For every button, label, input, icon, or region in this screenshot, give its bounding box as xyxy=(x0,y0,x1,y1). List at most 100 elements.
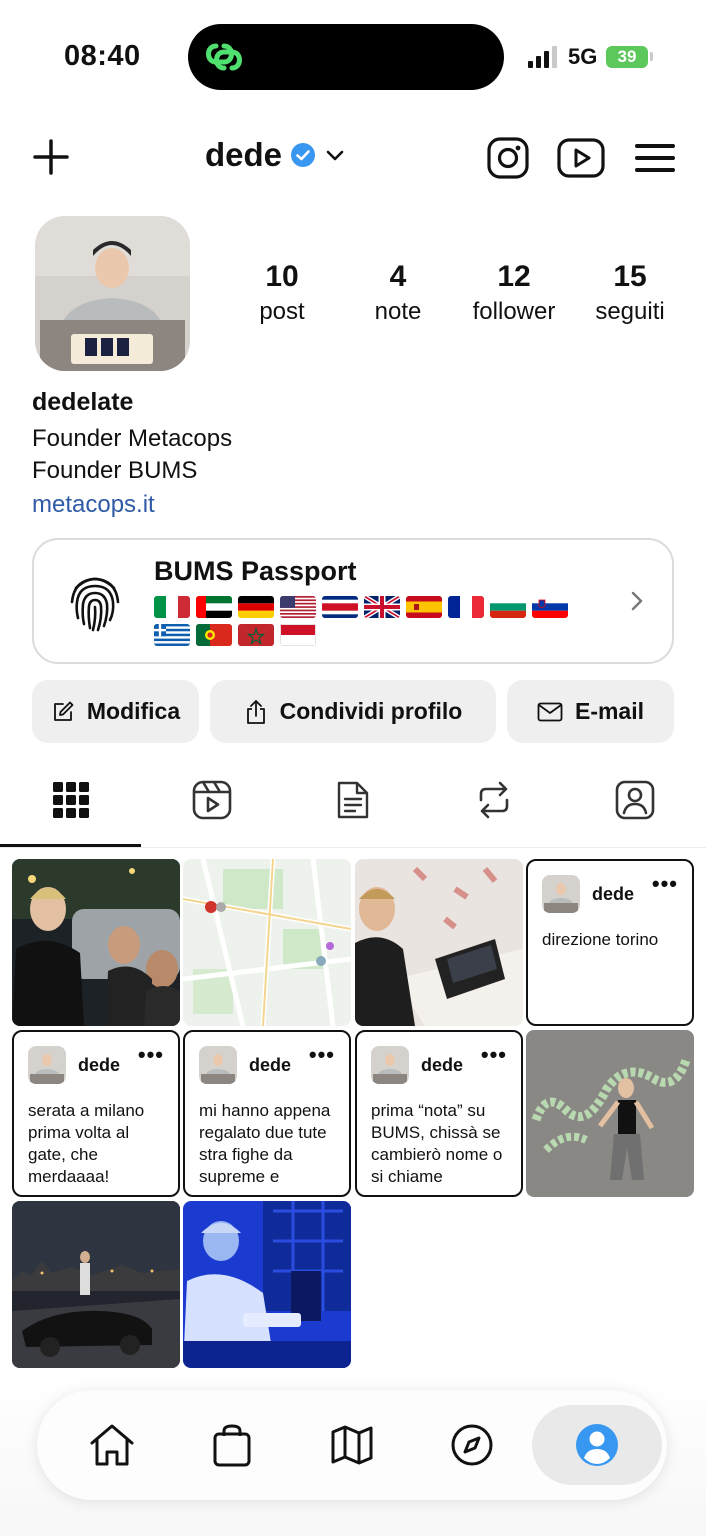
flag-costa-rica-icon xyxy=(322,596,358,618)
app-activity-icon xyxy=(206,43,242,71)
profile-avatar[interactable] xyxy=(35,216,190,371)
flag-bulgaria-icon xyxy=(490,596,526,618)
flags-row xyxy=(154,596,584,646)
tab-reels[interactable] xyxy=(141,770,282,830)
post-thumbnail[interactable] xyxy=(12,859,180,1026)
tab-notes[interactable] xyxy=(282,770,423,830)
email-label: E-mail xyxy=(574,698,645,724)
post-thumbnail[interactable] xyxy=(526,1030,694,1197)
note-card[interactable]: dede ••• mi hanno appena regalato due tu… xyxy=(183,1030,351,1197)
email-button[interactable]: E-mail xyxy=(507,680,674,743)
signal-icon xyxy=(528,46,557,68)
stat-followers[interactable]: 12 follower xyxy=(456,260,572,326)
plus-icon xyxy=(33,139,69,175)
note-text: prima “nota” su BUMS, chissà se cambierò… xyxy=(371,1101,503,1186)
note-header: dede xyxy=(371,1046,463,1084)
flag-spain-icon xyxy=(406,596,442,618)
note-username: dede xyxy=(249,1054,292,1075)
note-username: dede xyxy=(421,1054,464,1075)
more-icon[interactable]: ••• xyxy=(138,1042,164,1068)
mail-icon xyxy=(537,702,563,721)
dynamic-island xyxy=(188,24,504,90)
flag-slovenia-icon xyxy=(532,596,568,618)
instagram-icon xyxy=(487,137,529,179)
profile-link[interactable]: metacops.it xyxy=(32,491,155,519)
account-switcher[interactable]: dede xyxy=(205,136,346,174)
stat-notes[interactable]: 4 note xyxy=(340,260,456,326)
tab-grid[interactable] xyxy=(0,770,141,830)
bums-passport-card[interactable]: BUMS Passport xyxy=(32,538,674,664)
hamburger-icon xyxy=(635,144,675,172)
reels-icon xyxy=(192,780,231,820)
battery-icon: 39 xyxy=(606,46,648,68)
grid-icon xyxy=(52,782,89,818)
post-thumbnail[interactable] xyxy=(355,859,523,1026)
flag-morocco-icon xyxy=(238,624,274,646)
note-text: mi hanno appena regalato due tute stra f… xyxy=(199,1101,331,1186)
profile-header: dede xyxy=(0,130,706,186)
stat-label: seguiti xyxy=(595,298,665,325)
note-username: dede xyxy=(592,883,635,904)
post-photo xyxy=(355,859,523,1026)
flag-uae-icon xyxy=(196,596,232,618)
edit-label: Modifica xyxy=(86,698,181,724)
bio-line: Founder Metacops xyxy=(32,425,233,452)
chevron-down-icon xyxy=(326,150,344,161)
stat-following[interactable]: 15 seguiti xyxy=(572,260,688,326)
map-photo xyxy=(183,859,351,1026)
header-username: dede xyxy=(205,136,283,173)
tab-reposts[interactable] xyxy=(423,770,564,830)
more-icon[interactable]: ••• xyxy=(309,1042,335,1068)
stat-posts[interactable]: 10 post xyxy=(224,260,340,326)
note-text: direzione torino xyxy=(542,930,659,949)
stat-label: post xyxy=(259,298,305,325)
more-icon[interactable]: ••• xyxy=(481,1042,507,1068)
post-photo xyxy=(183,1201,351,1368)
profile-icon xyxy=(576,1424,618,1466)
flag-greece-icon xyxy=(154,624,190,646)
stat-label: follower xyxy=(472,298,556,325)
status-time: 08:40 xyxy=(64,40,141,72)
note-header: dede xyxy=(28,1046,120,1084)
post-photo xyxy=(526,1030,694,1197)
nav-shop[interactable] xyxy=(172,1405,292,1485)
tab-tagged[interactable] xyxy=(564,770,705,830)
share-profile-button[interactable]: Condividi profilo xyxy=(210,680,496,743)
map-post-thumbnail[interactable] xyxy=(183,859,351,1026)
nav-home[interactable] xyxy=(52,1405,172,1485)
profile-actions: Modifica Condividi profilo E-mail xyxy=(32,680,674,743)
battery-tip xyxy=(650,52,653,61)
note-card[interactable]: dede ••• serata a milano prima volta al … xyxy=(12,1030,180,1197)
menu-button[interactable] xyxy=(634,138,676,178)
post-thumbnail[interactable] xyxy=(12,1201,180,1368)
flag-italy-icon xyxy=(154,596,190,618)
stat-label: note xyxy=(374,298,422,325)
verified-badge-icon xyxy=(291,143,316,167)
note-card[interactable]: dede ••• prima “nota” su BUMS, chissà se… xyxy=(355,1030,523,1197)
avatar-photo xyxy=(35,216,190,371)
note-username: dede xyxy=(78,1054,121,1075)
document-icon xyxy=(337,781,368,819)
repost-icon xyxy=(479,781,508,819)
share-label: Condividi profilo xyxy=(279,698,463,724)
more-icon[interactable]: ••• xyxy=(652,871,678,897)
edit-profile-button[interactable]: Modifica xyxy=(32,680,199,743)
tab-divider xyxy=(0,847,706,848)
note-avatar xyxy=(199,1046,237,1084)
create-button[interactable] xyxy=(30,136,72,178)
play-icon xyxy=(557,138,605,178)
tagged-person-icon xyxy=(615,780,654,820)
stat-value: 4 xyxy=(389,260,407,293)
post-thumbnail[interactable] xyxy=(183,1201,351,1368)
nav-explore[interactable] xyxy=(412,1405,532,1485)
note-card[interactable]: dede ••• direzione torino xyxy=(526,859,694,1026)
fingerprint-icon xyxy=(70,577,120,632)
instagram-button[interactable] xyxy=(486,136,530,180)
status-bar: 08:40 5G 39 xyxy=(0,0,706,110)
nav-map[interactable] xyxy=(292,1405,412,1485)
nav-profile[interactable] xyxy=(532,1405,662,1485)
post-photo xyxy=(12,859,180,1026)
flag-uk-icon xyxy=(364,596,400,618)
stat-value: 12 xyxy=(497,260,531,293)
youtube-button[interactable] xyxy=(557,136,605,180)
